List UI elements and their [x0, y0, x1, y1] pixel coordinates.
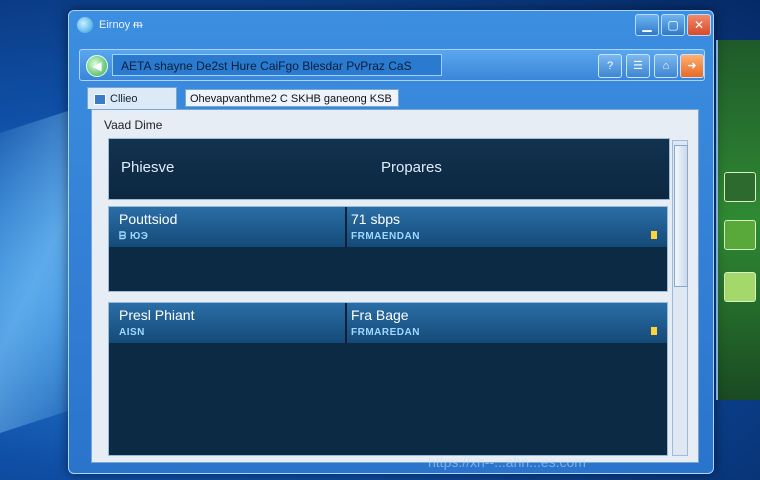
home-button[interactable]: ⌂	[654, 54, 678, 78]
close-button[interactable]: ✕	[687, 14, 711, 36]
list-item-band: Pouttsiod ᗷ ЮЭ 71 sbps FRMAENDAN	[109, 207, 667, 247]
side-tile	[724, 272, 756, 302]
item-property-detail: FRMAREDAN	[351, 327, 420, 338]
app-icon	[77, 17, 93, 33]
side-tile	[724, 172, 756, 202]
item-property-detail: FRMAENDAN	[351, 231, 420, 242]
item-code: ᗷ ЮЭ	[119, 231, 149, 242]
menu-button[interactable]: ☰	[626, 54, 650, 78]
content-pane: Vaad Dime Phiesve Propares Pouttsiod ᗷ Ю…	[91, 109, 699, 463]
marker-icon	[651, 327, 657, 335]
list-item[interactable]: Presl Phiant AISN Fra Bage FRMAREDAN	[108, 302, 668, 456]
address-field[interactable]: AETA shayne De2st Hure CaiFgo Blesdar Pv…	[112, 54, 442, 76]
item-name: Pouttsiod	[119, 211, 178, 227]
minimize-button[interactable]: ▁	[635, 14, 659, 36]
group-label: Vaad Dime	[104, 118, 163, 132]
item-property: Fra Bage	[351, 307, 409, 323]
tab-label: Cllieo	[110, 93, 138, 105]
window-title: Eirnoy ᵯ	[99, 19, 143, 31]
folder-icon	[94, 94, 106, 105]
title-bar[interactable]: Eirnoy ᵯ ▁ ▢ ✕	[69, 11, 713, 41]
back-icon[interactable]: ◀	[86, 55, 108, 77]
app-window: Eirnoy ᵯ ▁ ▢ ✕ ◀ AETA shayne De2st Hure …	[68, 10, 714, 474]
help-button[interactable]: ?	[598, 54, 622, 78]
go-button[interactable]: ➜	[680, 54, 704, 78]
address-bar: ◀ AETA shayne De2st Hure CaiFgo Blesdar …	[79, 49, 705, 81]
tab-strip: Cllieo Ohevapvanthme2 C SKHB ganeong KSB	[87, 87, 697, 109]
maximize-button[interactable]: ▢	[661, 14, 685, 36]
column-divider	[345, 207, 347, 247]
tab-description-field[interactable]: Ohevapvanthme2 C SKHB ganeong KSB	[185, 89, 399, 107]
item-code: AISN	[119, 327, 145, 338]
column-header-properties[interactable]: Propares	[381, 159, 442, 176]
list-header: Phiesve Propares	[108, 138, 670, 200]
vertical-scrollbar[interactable]	[672, 140, 688, 456]
list-item-band: Presl Phiant AISN Fra Bage FRMAREDAN	[109, 303, 667, 343]
marker-icon	[651, 231, 657, 239]
list-item[interactable]: Pouttsiod ᗷ ЮЭ 71 sbps FRMAENDAN	[108, 206, 668, 292]
watermark: https://xn--...ahn...es.com	[428, 454, 586, 470]
side-window-partial	[716, 40, 760, 400]
item-name: Presl Phiant	[119, 307, 195, 323]
column-header-name[interactable]: Phiesve	[121, 159, 174, 176]
scroll-thumb[interactable]	[674, 145, 688, 287]
item-property: 71 sbps	[351, 211, 401, 227]
column-divider	[345, 303, 347, 343]
side-tile	[724, 220, 756, 250]
tab-files[interactable]: Cllieo	[87, 87, 177, 109]
